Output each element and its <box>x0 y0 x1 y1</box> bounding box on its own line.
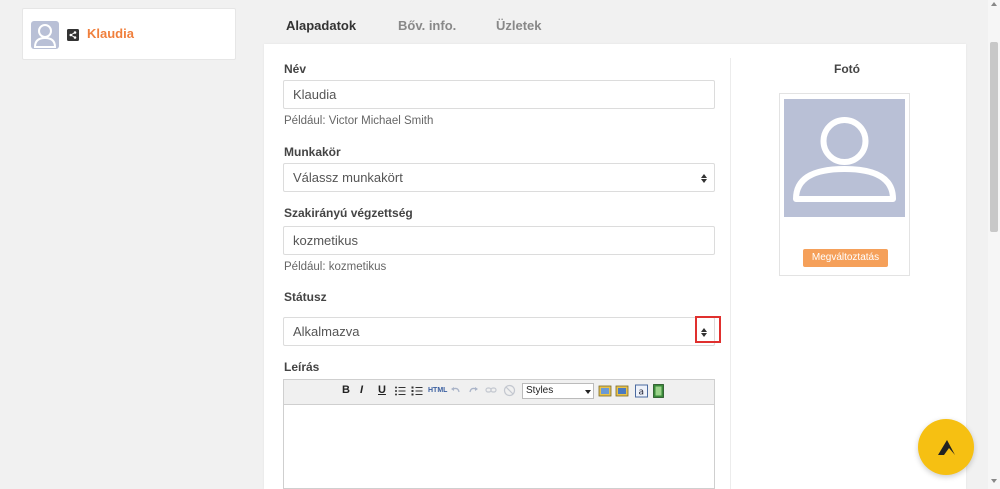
photo-frame: Megváltoztatás <box>779 93 910 276</box>
editor-toolbar: B I U HTML Styles a <box>284 380 714 405</box>
job-label: Munkakör <box>284 145 341 159</box>
page-scrollbar[interactable] <box>988 0 1000 489</box>
redo-icon[interactable] <box>468 385 479 396</box>
column-divider <box>730 58 731 489</box>
bullet-list-icon[interactable] <box>394 385 406 397</box>
qualification-input-value: kozmetikus <box>293 233 359 248</box>
floating-logo-button[interactable] <box>918 419 974 475</box>
name-input[interactable]: Klaudia <box>283 80 715 109</box>
tab-bov-info[interactable]: Bőv. info. <box>398 18 456 33</box>
job-select-value: Válassz munkakört <box>293 170 403 185</box>
image-icon[interactable] <box>598 384 612 398</box>
bold-button[interactable]: B <box>342 384 350 396</box>
film-icon[interactable] <box>653 384 664 398</box>
qualification-input[interactable]: kozmetikus <box>283 226 715 255</box>
status-select-value: Alkalmazva <box>293 324 360 339</box>
share-icon[interactable] <box>67 28 79 41</box>
text-box-icon[interactable]: a <box>635 384 648 398</box>
profile-name[interactable]: Klaudia <box>87 26 134 41</box>
status-arrow-highlight <box>695 316 721 343</box>
name-input-value: Klaudia <box>293 87 337 102</box>
svg-text:a: a <box>639 388 645 398</box>
select-arrows-icon <box>699 170 709 186</box>
numbered-list-icon[interactable] <box>411 385 423 397</box>
status-select[interactable]: Alkalmazva <box>283 316 721 346</box>
qualification-label: Szakirányú végzettség <box>284 206 413 220</box>
scroll-down-icon[interactable] <box>991 479 997 483</box>
name-hint: Például: Victor Michael Smith <box>284 115 434 127</box>
link-icon[interactable] <box>485 385 497 396</box>
profile-card[interactable]: Klaudia <box>22 8 236 60</box>
scroll-thumb[interactable] <box>990 42 998 232</box>
styles-dropdown-value: Styles <box>526 385 554 396</box>
chevron-down-icon <box>585 390 591 394</box>
main-panel: Név Klaudia Például: Victor Michael Smit… <box>264 44 966 489</box>
logo-icon <box>938 440 955 455</box>
description-label: Leírás <box>284 360 320 374</box>
tab-uzletek[interactable]: Üzletek <box>496 18 542 33</box>
unlink-icon[interactable] <box>503 384 516 397</box>
change-photo-button[interactable]: Megváltoztatás <box>803 249 888 267</box>
description-editor[interactable]: B I U HTML Styles a <box>283 379 715 489</box>
photo-title: Fotó <box>834 62 860 76</box>
undo-icon[interactable] <box>450 385 461 396</box>
tab-alapadatok[interactable]: Alapadatok <box>286 18 356 33</box>
styles-dropdown[interactable]: Styles <box>522 383 594 399</box>
status-label: Státusz <box>284 290 327 304</box>
user-avatar-icon <box>31 21 59 49</box>
name-label: Név <box>284 62 307 76</box>
media-icon[interactable] <box>615 384 629 398</box>
italic-button[interactable]: I <box>360 384 363 396</box>
underline-button[interactable]: U <box>378 384 386 396</box>
html-button[interactable]: HTML <box>428 387 447 394</box>
qualification-hint: Például: kozmetikus <box>284 261 387 273</box>
scroll-up-icon[interactable] <box>991 2 997 6</box>
job-select[interactable]: Válassz munkakört <box>283 163 715 192</box>
user-avatar-icon <box>784 99 905 217</box>
